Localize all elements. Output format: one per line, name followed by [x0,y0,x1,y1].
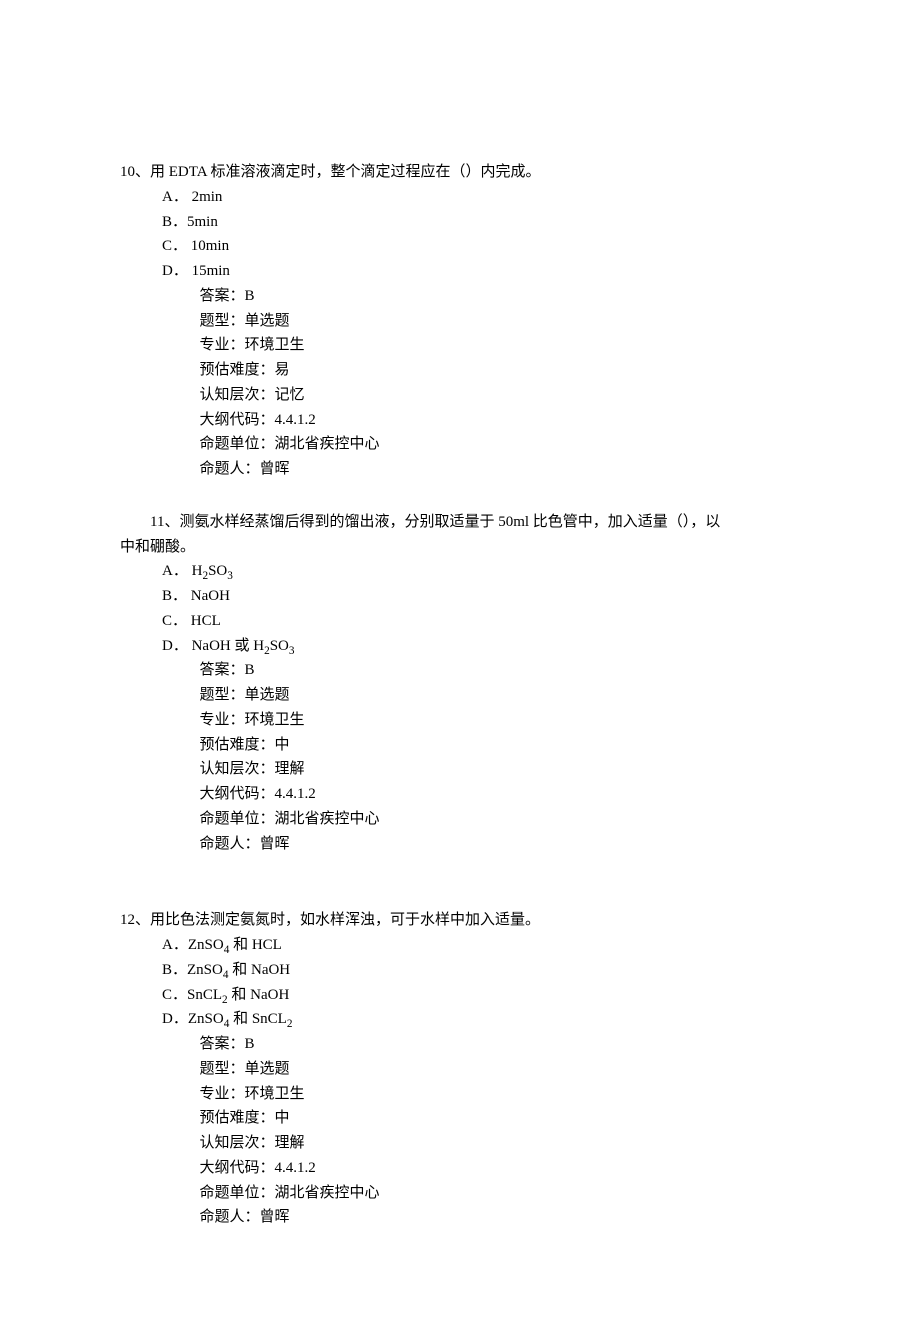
stem-separator: 、 [135,912,150,928]
option-text: ZnSO [188,937,224,953]
option-c: C． 10min [162,234,800,259]
option-text: NaOH [187,588,230,604]
option-text: 2min [188,189,223,205]
options-list: A． 2min B．5min C． 10min D． 15min [120,185,800,284]
option-label: B． [162,214,187,230]
meta-cognition: 认知层次：理解 [200,1131,801,1156]
option-label: D． [162,263,188,279]
spacer [120,884,800,908]
option-b: B． NaOH [162,584,800,609]
stem-text: 用 EDTA 标准溶液滴定时，整个滴定过程应在（）内完成。 [150,164,540,180]
option-label: A． [162,563,188,579]
option-label: D． [162,638,188,654]
question-stem: 10、用 EDTA 标准溶液滴定时，整个滴定过程应在（）内完成。 [120,160,800,185]
option-text: 和 NaOH [228,962,290,978]
question-number: 10 [120,164,135,180]
page: 10、用 EDTA 标准溶液滴定时，整个滴定过程应在（）内完成。 A． 2min… [0,0,920,1338]
question-number: 11 [150,514,164,530]
meta-cognition: 认知层次：记忆 [200,383,801,408]
option-text: SO [270,638,289,654]
option-text: HCL [187,613,221,629]
meta-type: 题型：单选题 [200,683,801,708]
option-text: ZnSO [187,962,223,978]
meta-subject: 专业：环境卫生 [200,333,801,358]
option-text: 10min [187,238,229,254]
option-text: SO [208,563,227,579]
option-text: 和 HCL [229,937,282,953]
option-text: NaOH 或 H [188,638,264,654]
options-list: A． H2SO3 B． NaOH C． HCL D． NaOH 或 H2SO3 [120,559,800,658]
meta-unit: 命题单位：湖北省疾控中心 [200,432,801,457]
stem-separator: 、 [164,514,179,530]
option-b: B．5min [162,210,800,235]
option-label: B． [162,962,187,978]
meta-subject: 专业：环境卫生 [200,1082,801,1107]
option-a: A．ZnSO4 和 HCL [162,933,800,958]
option-d: D． 15min [162,259,800,284]
stem-text: 用比色法测定氨氮时，如水样浑浊，可于水样中加入适量。 [150,912,540,928]
option-text: H [188,563,203,579]
option-text: 5min [187,214,218,230]
option-d: D． NaOH 或 H2SO3 [162,634,800,659]
question-stem: 11、测氨水样经蒸馏后得到的馏出液，分别取适量于 50ml 比色管中，加入适量（… [120,510,800,535]
question-block: 12、用比色法测定氨氮时，如水样浑浊，可于水样中加入适量。 A．ZnSO4 和 … [120,908,800,1230]
meta-code: 大纲代码：4.4.1.2 [200,1156,801,1181]
option-text: SnCL [187,987,222,1003]
subscript: 2 [287,1018,293,1030]
option-b: B．ZnSO4 和 NaOH [162,958,800,983]
option-text: 和 SnCL [229,1011,287,1027]
question-number: 12 [120,912,135,928]
option-label: C． [162,613,187,629]
meta-type: 题型：单选题 [200,1057,801,1082]
meta-answer: 答案：B [200,284,801,309]
option-label: C． [162,238,187,254]
option-c: C．SnCL2 和 NaOH [162,983,800,1008]
meta-answer: 答案：B [200,658,801,683]
question-block: 11、测氨水样经蒸馏后得到的馏出液，分别取适量于 50ml 比色管中，加入适量（… [120,510,800,857]
option-a: A． 2min [162,185,800,210]
meta-code: 大纲代码：4.4.1.2 [200,408,801,433]
option-text: ZnSO [188,1011,224,1027]
meta-author: 命题人：曾晖 [200,832,801,857]
option-label: A． [162,937,188,953]
option-label: D． [162,1011,188,1027]
option-a: A． H2SO3 [162,559,800,584]
meta-author: 命题人：曾晖 [200,457,801,482]
option-label: C． [162,987,187,1003]
meta-author: 命题人：曾晖 [200,1205,801,1230]
meta-block: 答案：B 题型：单选题 专业：环境卫生 预估难度：中 认知层次：理解 大纲代码：… [120,658,800,856]
meta-cognition: 认知层次：理解 [200,757,801,782]
meta-code: 大纲代码：4.4.1.2 [200,782,801,807]
subscript: 3 [289,645,295,657]
options-list: A．ZnSO4 和 HCL B．ZnSO4 和 NaOH C．SnCL2 和 N… [120,933,800,1032]
meta-difficulty: 预估难度：易 [200,358,801,383]
meta-answer: 答案：B [200,1032,801,1057]
meta-unit: 命题单位：湖北省疾控中心 [200,807,801,832]
meta-unit: 命题单位：湖北省疾控中心 [200,1181,801,1206]
option-label: B． [162,588,187,604]
meta-subject: 专业：环境卫生 [200,708,801,733]
option-c: C． HCL [162,609,800,634]
meta-type: 题型：单选题 [200,309,801,334]
stem-text: 测氨水样经蒸馏后得到的馏出液，分别取适量于 50ml 比色管中，加入适量（），以 [179,514,720,530]
option-text: 15min [188,263,230,279]
meta-difficulty: 预估难度：中 [200,1106,801,1131]
option-d: D．ZnSO4 和 SnCL2 [162,1007,800,1032]
question-block: 10、用 EDTA 标准溶液滴定时，整个滴定过程应在（）内完成。 A． 2min… [120,160,800,482]
meta-difficulty: 预估难度：中 [200,733,801,758]
stem-continuation: 中和硼酸。 [120,535,800,560]
subscript: 3 [227,570,233,582]
option-text: 和 NaOH [228,987,290,1003]
option-label: A． [162,189,188,205]
question-stem: 12、用比色法测定氨氮时，如水样浑浊，可于水样中加入适量。 [120,908,800,933]
meta-block: 答案：B 题型：单选题 专业：环境卫生 预估难度：中 认知层次：理解 大纲代码：… [120,1032,800,1230]
stem-separator: 、 [135,164,150,180]
meta-block: 答案：B 题型：单选题 专业：环境卫生 预估难度：易 认知层次：记忆 大纲代码：… [120,284,800,482]
